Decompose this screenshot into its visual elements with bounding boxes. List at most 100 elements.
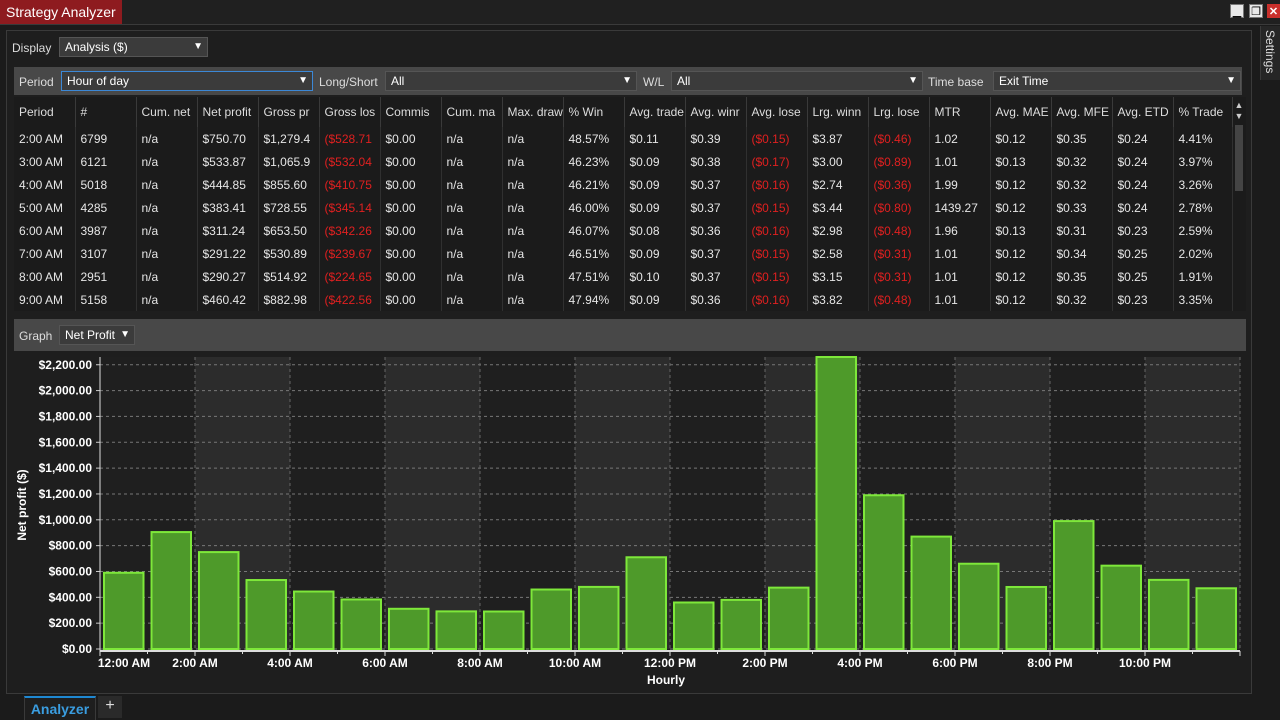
y-tick-label: $1,800.00	[39, 409, 93, 423]
table-cell: $750.70	[197, 127, 259, 150]
bar[interactable]	[1053, 520, 1095, 651]
table-cell: n/a	[136, 127, 198, 150]
table-cell: 8:00 AM	[14, 265, 76, 288]
column-header[interactable]: Gross los	[319, 97, 381, 127]
bar[interactable]	[1195, 587, 1237, 650]
bar[interactable]	[1005, 585, 1047, 650]
table-cell: $3.82	[807, 288, 869, 311]
column-header[interactable]: Lrg. winn	[807, 97, 869, 127]
long-short-select[interactable]: All ▼	[385, 71, 637, 91]
table-scrollbar[interactable]: ▲ ▼	[1233, 97, 1245, 311]
y-tick-label: $600.00	[49, 564, 93, 578]
graph-select-value: Net Profit	[65, 328, 116, 342]
table-row[interactable]: 6:00 AM 3987 n/a $311.24 $653.50 ($342.26 $0.0…	[14, 219, 1233, 242]
column-header[interactable]: Avg. trade	[624, 97, 686, 127]
table-row[interactable]: 7:00 AM 3107 n/a $291.22 $530.89 ($239.67 $0.0…	[14, 242, 1233, 265]
period-select[interactable]: Hour of day ▼	[61, 71, 313, 91]
bar[interactable]	[103, 571, 145, 650]
bar[interactable]	[815, 356, 857, 650]
y-tick-label: $800.00	[49, 539, 93, 553]
y-tick-label: $1,000.00	[39, 513, 93, 527]
table-cell: n/a	[136, 196, 198, 219]
column-header[interactable]: Gross pr	[258, 97, 320, 127]
column-header[interactable]: MTR	[929, 97, 991, 127]
close-button[interactable]: ✕	[1267, 4, 1280, 18]
bar[interactable]	[293, 590, 335, 650]
table-row[interactable]: 5:00 AM 4285 n/a $383.41 $728.55 ($345.14 $0.0…	[14, 196, 1233, 219]
scroll-thumb[interactable]	[1235, 125, 1243, 191]
table-cell: n/a	[441, 173, 503, 196]
table-row[interactable]: 8:00 AM 2951 n/a $290.27 $514.92 ($224.65 $0.0…	[14, 265, 1233, 288]
table-cell: $0.35	[1051, 127, 1113, 150]
settings-side-tab[interactable]: Settings	[1260, 26, 1280, 80]
chart-area: $0.00 $200.00 $400.00 $600.00 $800.00 $1,000.…	[14, 351, 1246, 691]
bar[interactable]	[910, 535, 952, 651]
bar[interactable]	[958, 562, 1000, 650]
bar[interactable]	[245, 579, 287, 650]
table-cell: 9:00 AM	[14, 288, 76, 311]
bar[interactable]	[863, 494, 905, 650]
column-header[interactable]: Cum. net	[136, 97, 198, 127]
bar[interactable]	[1148, 578, 1190, 650]
column-header[interactable]: Avg. winr	[685, 97, 747, 127]
time-base-select[interactable]: Exit Time ▼	[993, 71, 1241, 91]
column-header[interactable]: Cum. ma	[441, 97, 503, 127]
bar[interactable]	[768, 586, 810, 650]
column-header[interactable]: Avg. ETD	[1112, 97, 1174, 127]
column-header[interactable]: Max. draw	[502, 97, 564, 127]
scroll-up-icon[interactable]: ▲	[1233, 100, 1245, 111]
x-axis-label: Hourly	[647, 673, 685, 687]
table-cell: $2.58	[807, 242, 869, 265]
display-select[interactable]: Analysis ($) ▼	[59, 37, 208, 57]
minimize-button[interactable]: ▁	[1230, 4, 1244, 18]
graph-select[interactable]: Net Profit ▼	[59, 325, 135, 345]
display-label: Display	[12, 41, 52, 55]
table-row[interactable]: 3:00 AM 6121 n/a $533.87 $1,065.9 ($532.04 $0.…	[14, 150, 1233, 173]
wl-select[interactable]: All ▼	[671, 71, 923, 91]
table-row[interactable]: 4:00 AM 5018 n/a $444.85 $855.60 ($410.75 $0.0…	[14, 173, 1233, 196]
table-cell: 48.57%	[563, 127, 625, 150]
bar[interactable]	[578, 585, 620, 651]
column-header[interactable]: % Trade	[1173, 97, 1233, 127]
table-cell: n/a	[502, 127, 564, 150]
bar[interactable]	[673, 601, 715, 650]
column-header[interactable]: Net profit	[197, 97, 259, 127]
table-cell: 1.01	[929, 265, 991, 288]
table-row[interactable]: 9:00 AM 5158 n/a $460.42 $882.98 ($422.56 $0.0…	[14, 288, 1233, 311]
table-cell: ($0.16)	[746, 288, 808, 311]
bar[interactable]	[435, 610, 477, 651]
bar[interactable]	[150, 531, 192, 651]
table-cell: $0.12	[990, 173, 1052, 196]
bar[interactable]	[388, 607, 430, 650]
column-header[interactable]: #	[75, 97, 137, 127]
table-cell: $0.08	[624, 219, 686, 242]
table-cell: 3987	[75, 219, 137, 242]
add-tab-button[interactable]: +	[98, 696, 122, 718]
bar[interactable]	[1100, 564, 1142, 650]
table-cell: 3:00 AM	[14, 150, 76, 173]
column-header[interactable]: Avg. lose	[746, 97, 808, 127]
bar[interactable]	[340, 598, 382, 650]
bar[interactable]	[625, 556, 667, 650]
scroll-down-icon[interactable]: ▼	[1233, 111, 1245, 122]
table-cell: n/a	[136, 150, 198, 173]
column-header[interactable]: Avg. MAE	[990, 97, 1052, 127]
bar[interactable]	[720, 598, 762, 650]
column-header[interactable]: Lrg. lose	[868, 97, 930, 127]
column-header[interactable]: Period	[14, 97, 76, 127]
bar[interactable]	[483, 610, 525, 651]
net-profit-chart: $0.00 $200.00 $400.00 $600.00 $800.00 $1,000.…	[15, 356, 1241, 687]
tab-analyzer[interactable]: Analyzer	[24, 696, 96, 720]
table-cell: n/a	[441, 196, 503, 219]
table-cell: 1.01	[929, 242, 991, 265]
bar[interactable]	[198, 551, 240, 651]
column-header[interactable]: % Win	[563, 97, 625, 127]
column-header[interactable]: Avg. MFE	[1051, 97, 1113, 127]
restore-button[interactable]: ❐	[1249, 4, 1263, 18]
bar[interactable]	[530, 588, 572, 650]
column-header[interactable]: Commis	[380, 97, 442, 127]
table-cell: $0.09	[624, 196, 686, 219]
table-row[interactable]: 2:00 AM 6799 n/a $750.70 $1,279.4 ($528.71 $0.…	[14, 127, 1233, 150]
table-cell: $0.38	[685, 150, 747, 173]
table-cell: $3.00	[807, 150, 869, 173]
